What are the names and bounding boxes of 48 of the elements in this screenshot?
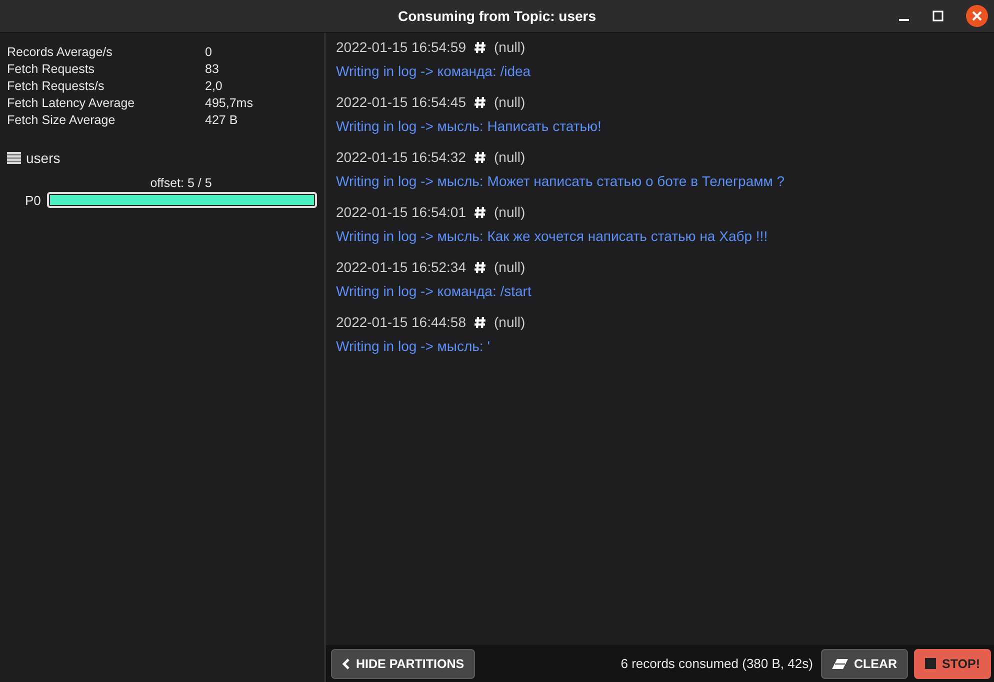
eraser-icon: [832, 658, 848, 668]
stat-label: Fetch Requests: [7, 61, 96, 77]
record-time: 2022-01-15 16:54:59: [336, 39, 466, 55]
stop-button[interactable]: STOP!: [914, 648, 991, 678]
clear-button[interactable]: CLEAR: [820, 648, 908, 678]
record-key: (null): [494, 204, 526, 220]
offset-label: offset: 5 / 5: [149, 176, 213, 190]
record-value: Writing in log -> мысль: ': [336, 338, 491, 354]
record-key: (null): [494, 149, 526, 165]
window-title: Consuming from Topic: users: [398, 8, 596, 24]
record-value: Writing in log -> мысль: Написать статью!: [336, 118, 602, 134]
maximize-icon[interactable]: [932, 10, 944, 22]
hash-icon: [474, 40, 486, 54]
record-time: 2022-01-15 16:44:58: [336, 314, 466, 330]
hash-icon: [474, 316, 486, 328]
record-key: (null): [494, 39, 526, 55]
hash-icon: [474, 96, 486, 108]
stat-value: 495,7ms: [205, 95, 254, 111]
list-icon: [7, 152, 21, 164]
chevron-left-icon: [342, 658, 350, 670]
stop-icon: [925, 658, 936, 669]
topic-name: users: [26, 150, 60, 166]
record-value: Writing in log -> мысль: Как же хочется написать статью на Хабр !!!: [336, 228, 769, 244]
status-text: 6 records consumed (380 B, 42s): [620, 656, 813, 671]
record-time: 2022-01-15 16:52:34: [336, 259, 466, 275]
stat-label: Fetch Requests/s: [7, 78, 106, 94]
record-time: 2022-01-15 16:54:32: [336, 149, 466, 165]
record-value: Writing in log -> мысль: Может написать статью о боте в Телеграмм ?: [336, 173, 786, 189]
partition-name: P0: [25, 192, 41, 208]
record-value: Writing in log -> команда: /start: [336, 283, 532, 299]
stat-value: 427 B: [205, 112, 239, 128]
record-value: Writing in log -> команда: /idea: [336, 63, 532, 79]
hash-icon: [474, 150, 486, 164]
record-time: 2022-01-15 16:54:01: [336, 204, 466, 220]
stat-value: 2,0: [205, 78, 224, 94]
record-key: (null): [494, 259, 526, 275]
hide-partitions-button[interactable]: HIDE PARTITIONS: [331, 648, 476, 678]
stat-value: 0: [205, 44, 213, 60]
record-key: (null): [494, 94, 526, 110]
record-key: (null): [494, 314, 526, 330]
stat-value: 83: [205, 61, 220, 77]
hash-icon: [474, 206, 486, 218]
stat-label: Fetch Size Average: [7, 112, 116, 128]
stat-label: Fetch Latency Average: [7, 95, 136, 111]
stat-label: Records Average/s: [7, 44, 114, 60]
record-time: 2022-01-15 16:54:45: [336, 94, 466, 110]
hash-icon: [474, 260, 486, 274]
close-icon[interactable]: [966, 5, 988, 27]
